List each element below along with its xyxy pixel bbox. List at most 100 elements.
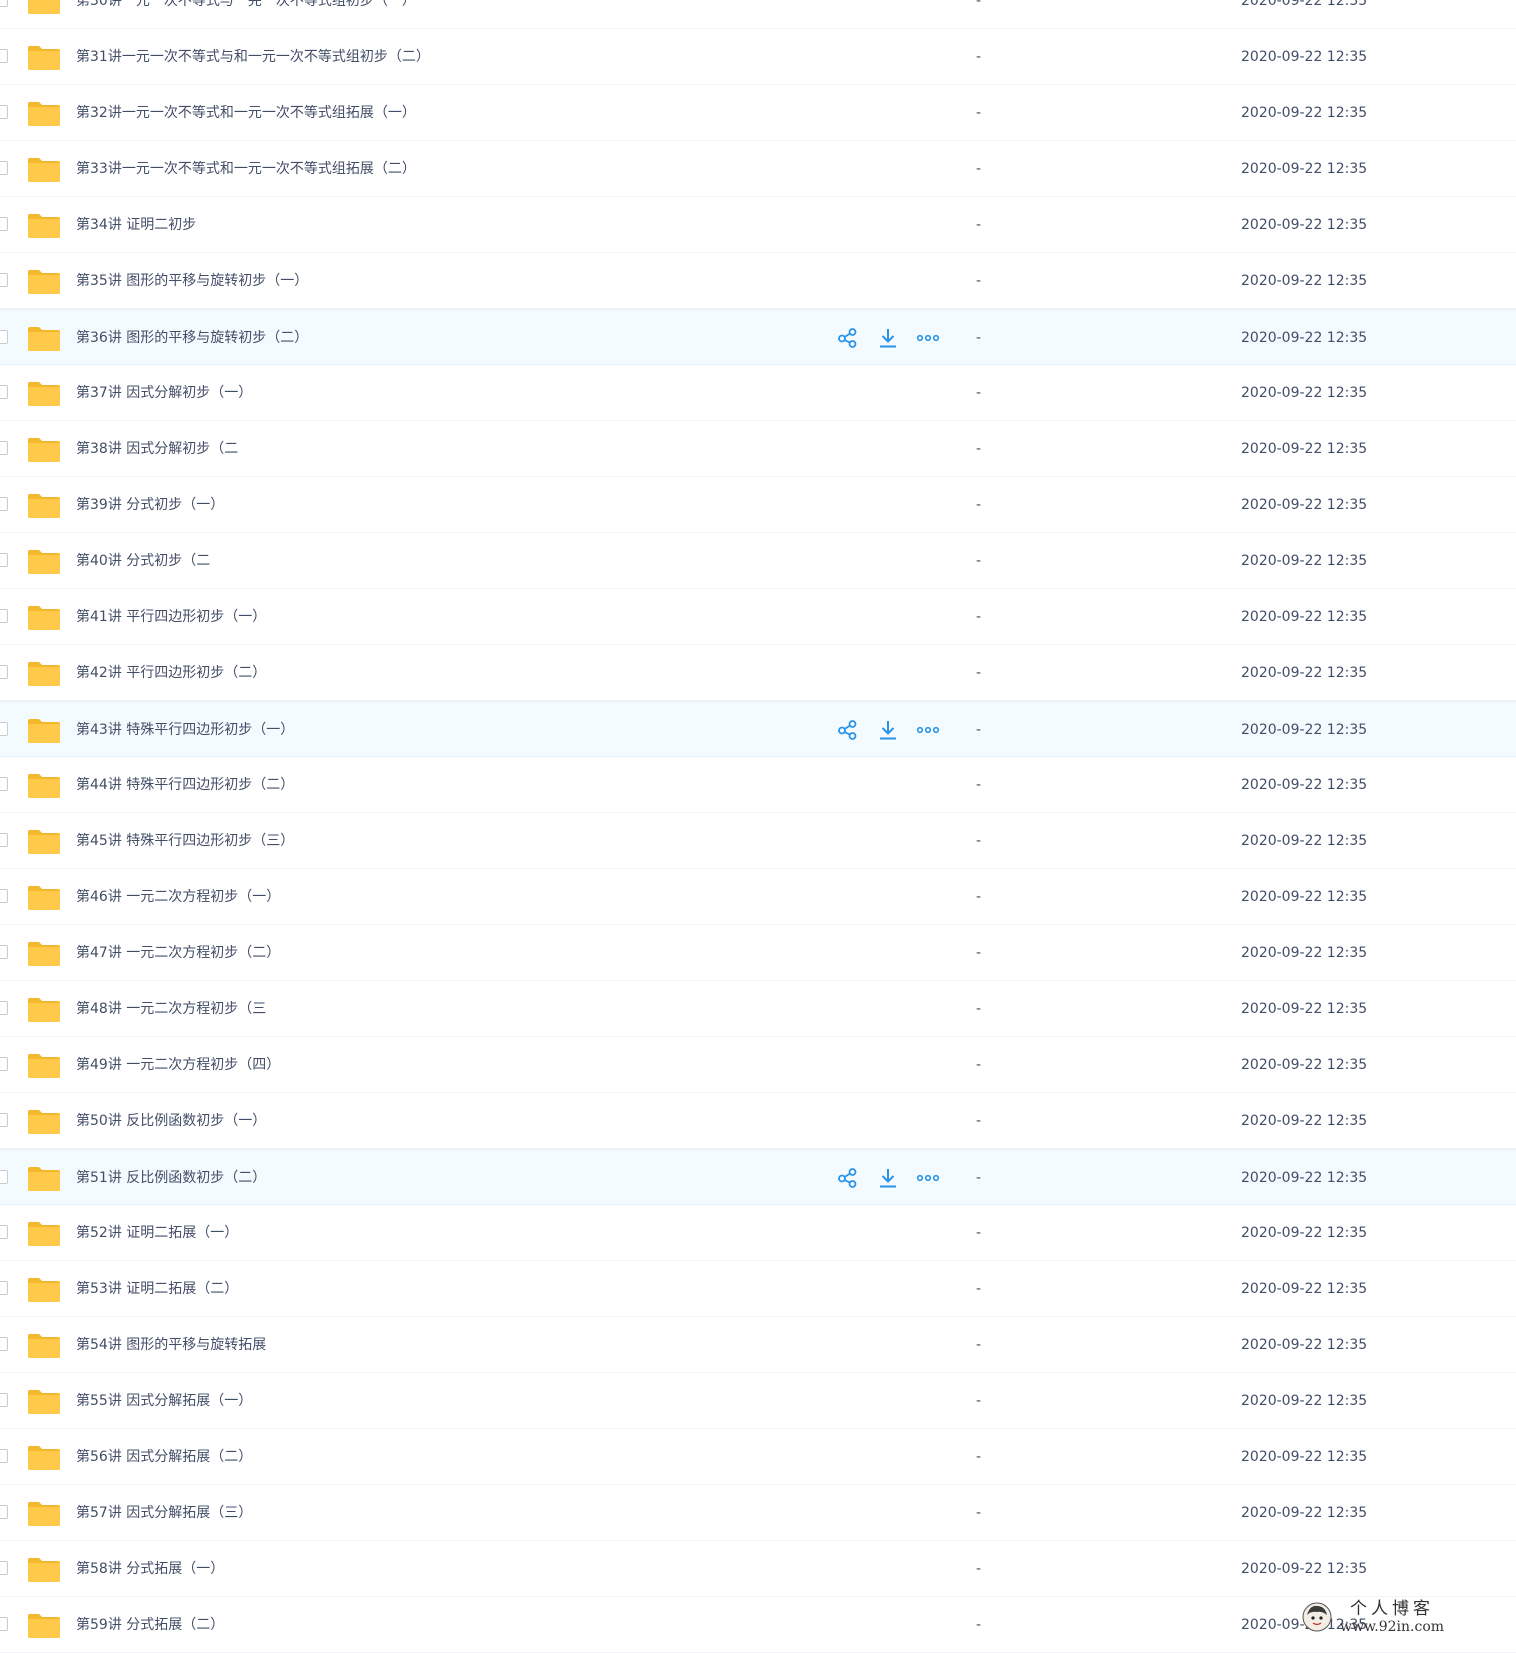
file-row[interactable]: 第51讲 反比例函数初步（二） - 2020-09-22 12:35 bbox=[0, 1149, 1516, 1205]
file-name[interactable]: 第52讲 证明二拓展（一） bbox=[76, 1205, 238, 1261]
file-name[interactable]: 第54讲 图形的平移与旋转拓展 bbox=[76, 1317, 266, 1373]
file-name[interactable]: 第39讲 分式初步（一） bbox=[76, 477, 224, 533]
download-icon[interactable] bbox=[876, 326, 900, 350]
file-name[interactable]: 第51讲 反比例函数初步（二） bbox=[76, 1150, 266, 1206]
share-icon[interactable] bbox=[836, 718, 860, 742]
row-checkbox[interactable] bbox=[0, 49, 8, 63]
row-checkbox[interactable] bbox=[0, 777, 8, 791]
file-name[interactable]: 第47讲 一元二次方程初步（二） bbox=[76, 925, 280, 981]
more-icon[interactable] bbox=[916, 1166, 940, 1190]
modified-date: 2020-09-22 12:35 bbox=[1241, 105, 1368, 121]
file-name[interactable]: 第36讲 图形的平移与旋转初步（二） bbox=[76, 310, 308, 366]
row-checkbox[interactable] bbox=[0, 441, 8, 455]
download-icon[interactable] bbox=[876, 718, 900, 742]
row-checkbox[interactable] bbox=[0, 1617, 8, 1631]
file-name[interactable]: 第56讲 因式分解拓展（二） bbox=[76, 1429, 252, 1485]
row-checkbox[interactable] bbox=[0, 833, 8, 847]
file-row[interactable]: 第57讲 因式分解拓展（三） - 2020-09-22 12:35 bbox=[0, 1485, 1516, 1541]
row-checkbox[interactable] bbox=[0, 1281, 8, 1295]
row-checkbox[interactable] bbox=[0, 609, 8, 623]
file-name[interactable]: 第40讲 分式初步（二 bbox=[76, 533, 210, 589]
row-checkbox[interactable] bbox=[0, 330, 8, 344]
row-checkbox[interactable] bbox=[0, 1449, 8, 1463]
row-checkbox[interactable] bbox=[0, 553, 8, 567]
file-name[interactable]: 第44讲 特殊平行四边形初步（二） bbox=[76, 757, 294, 813]
file-name[interactable]: 第48讲 一元二次方程初步（三 bbox=[76, 981, 266, 1037]
row-checkbox[interactable] bbox=[0, 0, 8, 7]
file-name[interactable]: 第59讲 分式拓展（二） bbox=[76, 1597, 224, 1653]
file-name[interactable]: 第32讲一元一次不等式和一元一次不等式组拓展（一） bbox=[76, 85, 416, 141]
file-row[interactable]: 第54讲 图形的平移与旋转拓展 - 2020-09-22 12:35 bbox=[0, 1317, 1516, 1373]
row-checkbox[interactable] bbox=[0, 1170, 8, 1184]
row-checkbox[interactable] bbox=[0, 161, 8, 175]
row-checkbox[interactable] bbox=[0, 665, 8, 679]
file-name[interactable]: 第31讲一元一次不等式与和一元一次不等式组初步（二） bbox=[76, 29, 430, 85]
row-checkbox[interactable] bbox=[0, 1561, 8, 1575]
file-row[interactable]: 第42讲 平行四边形初步（二） - 2020-09-22 12:35 bbox=[0, 645, 1516, 701]
row-checkbox[interactable] bbox=[0, 1113, 8, 1127]
more-icon[interactable] bbox=[916, 326, 940, 350]
file-row[interactable]: 第39讲 分式初步（一） - 2020-09-22 12:35 bbox=[0, 477, 1516, 533]
row-checkbox[interactable] bbox=[0, 1225, 8, 1239]
file-row[interactable]: 第30讲一元一次不等式与一完一次不等式组初步（一） - 2020-09-22 1… bbox=[0, 0, 1516, 29]
row-checkbox[interactable] bbox=[0, 1505, 8, 1519]
file-name[interactable]: 第37讲 因式分解初步（一） bbox=[76, 365, 252, 421]
file-row[interactable]: 第48讲 一元二次方程初步（三 - 2020-09-22 12:35 bbox=[0, 981, 1516, 1037]
file-name[interactable]: 第33讲一元一次不等式和一元一次不等式组拓展（二） bbox=[76, 141, 416, 197]
row-checkbox[interactable] bbox=[0, 945, 8, 959]
file-name[interactable]: 第46讲 一元二次方程初步（一） bbox=[76, 869, 280, 925]
file-row[interactable]: 第47讲 一元二次方程初步（二） - 2020-09-22 12:35 bbox=[0, 925, 1516, 981]
file-row[interactable]: 第34讲 证明二初步 - 2020-09-22 12:35 bbox=[0, 197, 1516, 253]
row-checkbox[interactable] bbox=[0, 273, 8, 287]
file-name[interactable]: 第38讲 因式分解初步（二 bbox=[76, 421, 238, 477]
file-row[interactable]: 第56讲 因式分解拓展（二） - 2020-09-22 12:35 bbox=[0, 1429, 1516, 1485]
file-row[interactable]: 第43讲 特殊平行四边形初步（一） - 2020-09-22 12:35 bbox=[0, 701, 1516, 757]
file-row[interactable]: 第49讲 一元二次方程初步（四） - 2020-09-22 12:35 bbox=[0, 1037, 1516, 1093]
file-row[interactable]: 第52讲 证明二拓展（一） - 2020-09-22 12:35 bbox=[0, 1205, 1516, 1261]
file-row[interactable]: 第58讲 分式拓展（一） - 2020-09-22 12:35 bbox=[0, 1541, 1516, 1597]
file-name[interactable]: 第50讲 反比例函数初步（一） bbox=[76, 1093, 266, 1149]
file-name[interactable]: 第53讲 证明二拓展（二） bbox=[76, 1261, 238, 1317]
file-row[interactable]: 第33讲一元一次不等式和一元一次不等式组拓展（二） - 2020-09-22 1… bbox=[0, 141, 1516, 197]
row-checkbox[interactable] bbox=[0, 385, 8, 399]
row-checkbox[interactable] bbox=[0, 1337, 8, 1351]
file-row[interactable]: 第50讲 反比例函数初步（一） - 2020-09-22 12:35 bbox=[0, 1093, 1516, 1149]
row-checkbox[interactable] bbox=[0, 217, 8, 231]
row-checkbox[interactable] bbox=[0, 497, 8, 511]
file-row[interactable]: 第31讲一元一次不等式与和一元一次不等式组初步（二） - 2020-09-22 … bbox=[0, 29, 1516, 85]
file-row[interactable]: 第37讲 因式分解初步（一） - 2020-09-22 12:35 bbox=[0, 365, 1516, 421]
file-name[interactable]: 第57讲 因式分解拓展（三） bbox=[76, 1485, 252, 1541]
file-row[interactable]: 第55讲 因式分解拓展（一） - 2020-09-22 12:35 bbox=[0, 1373, 1516, 1429]
file-row[interactable]: 第36讲 图形的平移与旋转初步（二） - 2020-09-22 12:35 bbox=[0, 309, 1516, 365]
file-row[interactable]: 第45讲 特殊平行四边形初步（三） - 2020-09-22 12:35 bbox=[0, 813, 1516, 869]
file-row[interactable]: 第41讲 平行四边形初步（一） - 2020-09-22 12:35 bbox=[0, 589, 1516, 645]
file-name[interactable]: 第30讲一元一次不等式与一完一次不等式组初步（一） bbox=[76, 0, 416, 29]
file-name[interactable]: 第49讲 一元二次方程初步（四） bbox=[76, 1037, 280, 1093]
file-name[interactable]: 第42讲 平行四边形初步（二） bbox=[76, 645, 266, 701]
share-icon[interactable] bbox=[836, 1166, 860, 1190]
file-name[interactable]: 第43讲 特殊平行四边形初步（一） bbox=[76, 702, 294, 758]
file-name[interactable]: 第45讲 特殊平行四边形初步（三） bbox=[76, 813, 294, 869]
file-name[interactable]: 第35讲 图形的平移与旋转初步（一） bbox=[76, 253, 308, 309]
row-checkbox[interactable] bbox=[0, 889, 8, 903]
file-name[interactable]: 第58讲 分式拓展（一） bbox=[76, 1541, 224, 1597]
download-icon[interactable] bbox=[876, 1166, 900, 1190]
file-row[interactable]: 第40讲 分式初步（二 - 2020-09-22 12:35 bbox=[0, 533, 1516, 589]
file-row[interactable]: 第46讲 一元二次方程初步（一） - 2020-09-22 12:35 bbox=[0, 869, 1516, 925]
file-row[interactable]: 第38讲 因式分解初步（二 - 2020-09-22 12:35 bbox=[0, 421, 1516, 477]
file-row[interactable]: 第32讲一元一次不等式和一元一次不等式组拓展（一） - 2020-09-22 1… bbox=[0, 85, 1516, 141]
more-icon[interactable] bbox=[916, 718, 940, 742]
file-row[interactable]: 第44讲 特殊平行四边形初步（二） - 2020-09-22 12:35 bbox=[0, 757, 1516, 813]
file-row[interactable]: 第59讲 分式拓展（二） - 2020-09-22 12:35 bbox=[0, 1597, 1516, 1653]
file-row[interactable]: 第35讲 图形的平移与旋转初步（一） - 2020-09-22 12:35 bbox=[0, 253, 1516, 309]
row-checkbox[interactable] bbox=[0, 722, 8, 736]
file-row[interactable]: 第53讲 证明二拓展（二） - 2020-09-22 12:35 bbox=[0, 1261, 1516, 1317]
row-checkbox[interactable] bbox=[0, 1001, 8, 1015]
row-checkbox[interactable] bbox=[0, 1057, 8, 1071]
share-icon[interactable] bbox=[836, 326, 860, 350]
file-name[interactable]: 第55讲 因式分解拓展（一） bbox=[76, 1373, 252, 1429]
row-checkbox[interactable] bbox=[0, 105, 8, 119]
row-checkbox[interactable] bbox=[0, 1393, 8, 1407]
file-name[interactable]: 第34讲 证明二初步 bbox=[76, 197, 196, 253]
file-name[interactable]: 第41讲 平行四边形初步（一） bbox=[76, 589, 266, 645]
